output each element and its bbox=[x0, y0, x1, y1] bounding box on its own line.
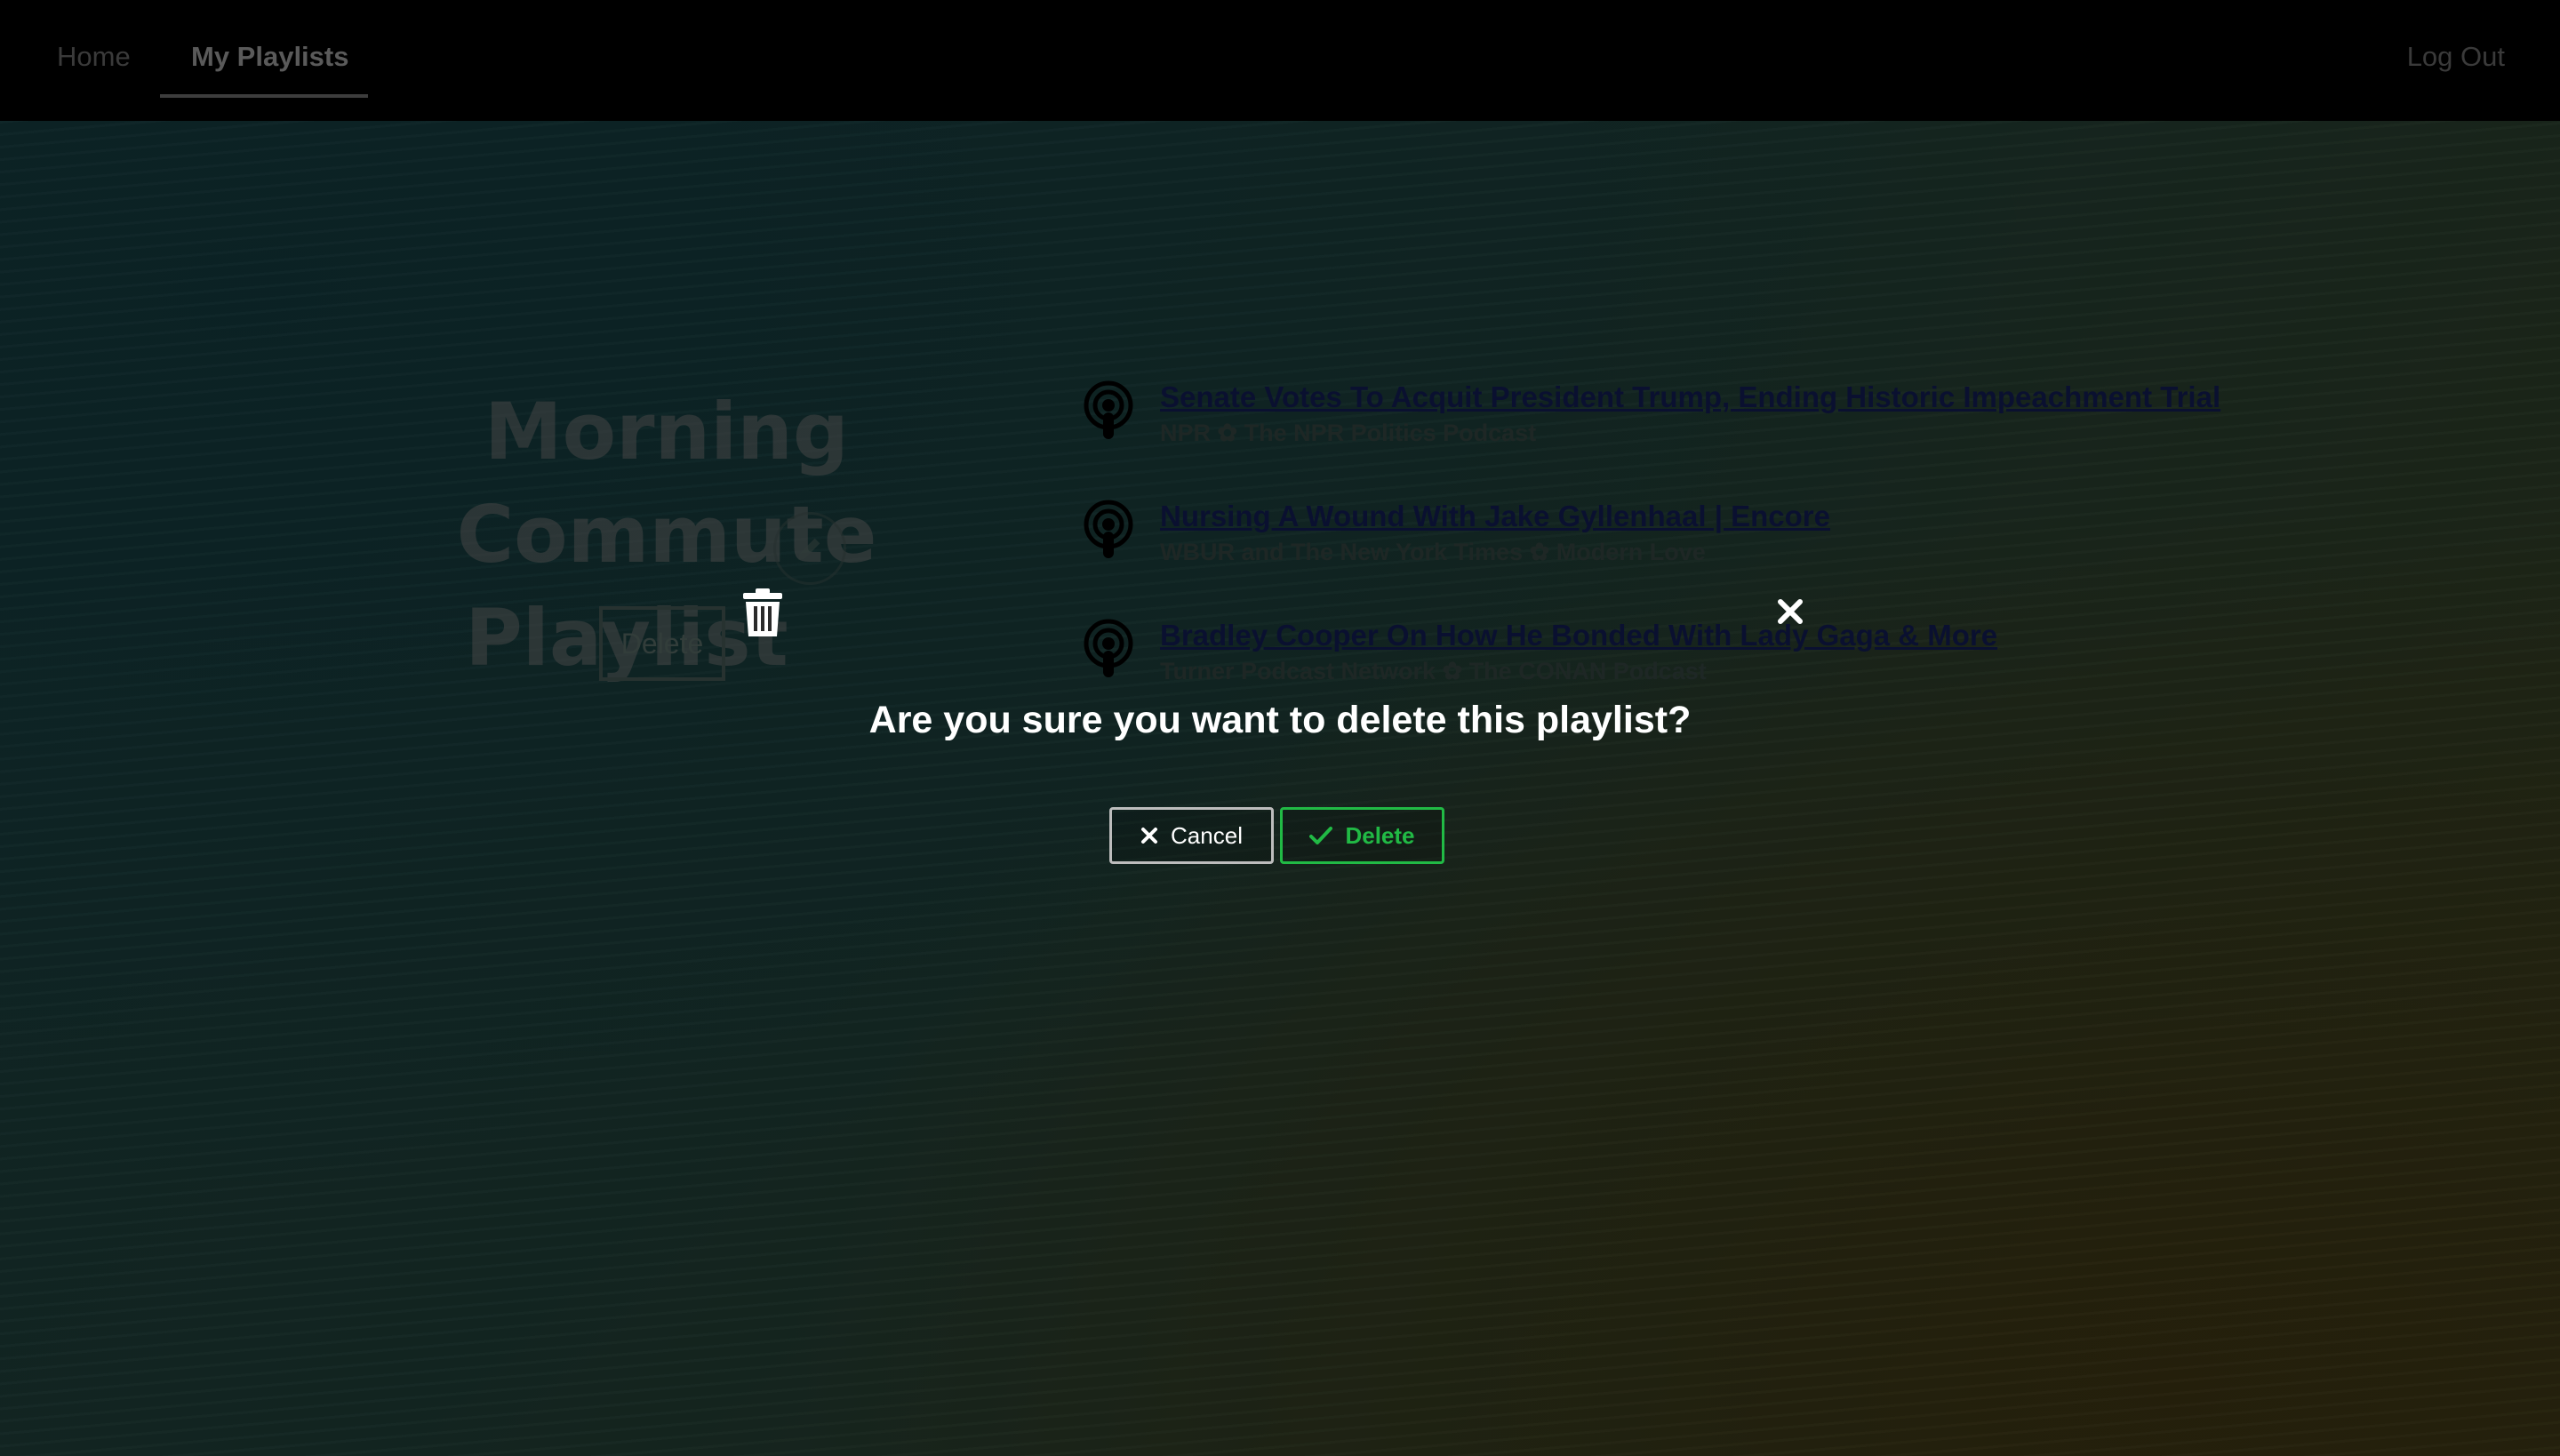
trash-icon bbox=[743, 588, 782, 636]
x-icon bbox=[1141, 828, 1158, 844]
modal-question: Are you sure you want to delete this pla… bbox=[868, 699, 1692, 741]
confirm-delete-button[interactable]: Delete bbox=[1280, 807, 1444, 864]
cancel-button[interactable]: Cancel bbox=[1109, 807, 1274, 864]
page: Home My Playlists Log Out Morning Commut… bbox=[0, 0, 2560, 1456]
checkmark-icon bbox=[1309, 827, 1333, 844]
cancel-label: Cancel bbox=[1171, 821, 1243, 849]
delete-label: Delete bbox=[1345, 821, 1415, 849]
close-icon[interactable] bbox=[1776, 597, 1804, 626]
